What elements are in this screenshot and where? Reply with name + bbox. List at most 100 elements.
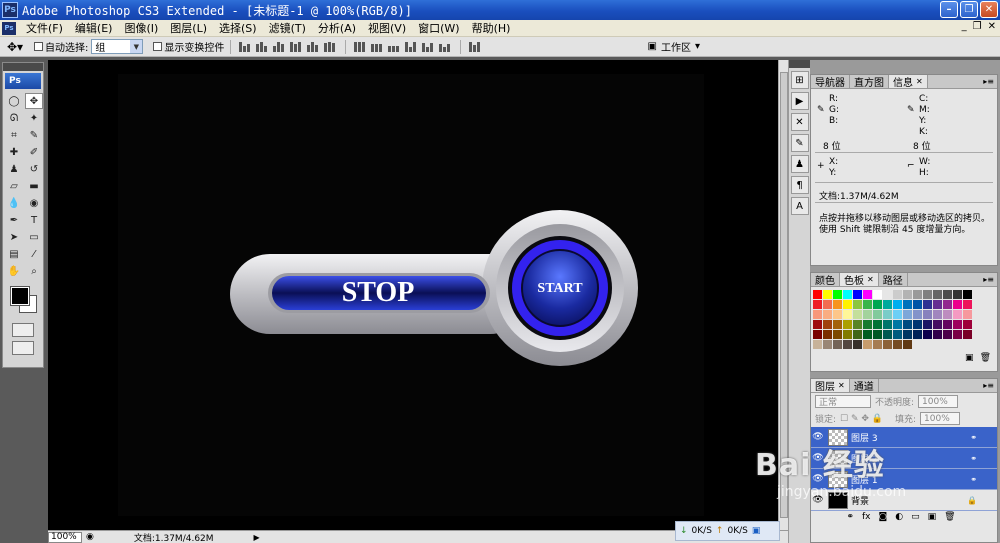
color-swatch[interactable] — [843, 330, 852, 339]
foreground-color-swatch[interactable] — [10, 286, 30, 306]
color-swatch[interactable] — [853, 340, 862, 349]
color-swatch[interactable] — [873, 340, 882, 349]
eye-icon[interactable]: 👁 — [811, 453, 825, 463]
color-swatch[interactable] — [843, 340, 852, 349]
auto-align-icon[interactable] — [469, 41, 482, 52]
menu-window[interactable]: 窗口(W) — [412, 20, 465, 36]
dodge-tool-icon[interactable]: ◉ — [25, 195, 43, 211]
minimize-button[interactable]: – — [940, 1, 958, 18]
distribute-top-icon[interactable] — [354, 41, 367, 52]
doc-minimize-icon[interactable]: _ — [962, 21, 967, 32]
eye-icon[interactable]: 👁 — [811, 432, 825, 442]
tab-swatches[interactable]: 色板 ✕ — [840, 273, 879, 287]
tab-color[interactable]: 颜色 — [811, 273, 840, 287]
color-swatch[interactable] — [823, 300, 832, 309]
color-swatch[interactable] — [903, 310, 912, 319]
status-info-icon[interactable]: ◉ — [86, 532, 94, 542]
eye-icon[interactable]: 👁 — [811, 474, 825, 484]
color-swatch[interactable] — [933, 330, 942, 339]
color-swatch[interactable] — [963, 300, 972, 309]
color-swatch[interactable] — [893, 310, 902, 319]
menu-image[interactable]: 图像(I) — [118, 20, 164, 36]
color-swatch[interactable] — [953, 300, 962, 309]
distribute-bottom-icon[interactable] — [388, 41, 401, 52]
panel-menu-icon[interactable]: ▸≡ — [983, 273, 997, 286]
delete-layer-icon[interactable]: 🗑 — [944, 512, 955, 522]
adjustment-layer-icon[interactable]: ◐ — [895, 512, 903, 522]
color-swatch[interactable] — [943, 330, 952, 339]
color-swatch[interactable] — [863, 310, 872, 319]
color-swatch[interactable] — [953, 290, 962, 299]
move-tool-preset-icon[interactable]: ✥▾ — [0, 38, 30, 56]
menu-filter[interactable]: 滤镜(T) — [263, 20, 312, 36]
align-right-icon[interactable] — [324, 41, 337, 52]
delete-swatch-icon[interactable]: 🗑 — [980, 353, 991, 363]
color-swatch[interactable] — [893, 290, 902, 299]
eraser-tool-icon[interactable]: ▱ — [5, 178, 23, 194]
history-brush-tool-icon[interactable]: ↺ — [25, 161, 43, 177]
blur-tool-icon[interactable]: 💧 — [5, 195, 23, 211]
status-menu-arrow-icon[interactable]: ▶ — [254, 533, 260, 542]
color-swatch[interactable] — [913, 320, 922, 329]
color-swatch[interactable] — [903, 320, 912, 329]
color-swatch[interactable] — [963, 310, 972, 319]
marquee-tool-icon[interactable]: ◯ — [5, 93, 23, 109]
quick-mask-button[interactable] — [12, 323, 34, 337]
color-swatch[interactable] — [813, 320, 822, 329]
color-swatch[interactable] — [883, 320, 892, 329]
tab-info[interactable]: 信息 ✕ — [889, 75, 928, 89]
color-swatch[interactable] — [863, 290, 872, 299]
color-swatch[interactable] — [873, 320, 882, 329]
color-swatch[interactable] — [873, 300, 882, 309]
color-swatch[interactable] — [843, 310, 852, 319]
distribute-hcenter-icon[interactable] — [422, 41, 435, 52]
color-swatch[interactable] — [853, 310, 862, 319]
zoom-tool-icon[interactable]: ⌕ — [25, 263, 43, 279]
clone-stamp-tool-icon[interactable]: ♟ — [5, 161, 23, 177]
layer-row[interactable]: 👁 图层 1 ⚭ — [811, 469, 997, 490]
lock-icons[interactable]: ☐ ✎ ✥ 🔒 — [840, 414, 883, 424]
tab-navigator[interactable]: 导航器 — [811, 75, 850, 89]
color-swatch[interactable] — [823, 290, 832, 299]
color-swatch[interactable] — [833, 290, 842, 299]
document-canvas-area[interactable]: STOP START — [48, 60, 778, 530]
color-swatch[interactable] — [923, 320, 932, 329]
menu-analysis[interactable]: 分析(A) — [312, 20, 362, 36]
color-swatch[interactable] — [913, 300, 922, 309]
color-swatch[interactable] — [823, 320, 832, 329]
vertical-scrollbar[interactable] — [778, 60, 788, 530]
color-swatch[interactable] — [843, 290, 852, 299]
distribute-right-icon[interactable] — [439, 41, 452, 52]
color-swatch[interactable] — [953, 330, 962, 339]
close-icon[interactable]: ✕ — [916, 77, 923, 86]
color-swatch[interactable] — [833, 300, 842, 309]
align-bottom-icon[interactable] — [273, 41, 286, 52]
close-icon[interactable]: ✕ — [838, 381, 845, 390]
color-swatch[interactable] — [883, 310, 892, 319]
layer-row[interactable]: 👁 背景 🔒 — [811, 490, 997, 511]
color-swatch[interactable] — [843, 320, 852, 329]
actions-panel-icon[interactable]: ▶ — [790, 92, 809, 110]
toolbox-grip[interactable] — [3, 63, 43, 71]
color-swatch[interactable] — [933, 320, 942, 329]
color-swatch[interactable] — [833, 340, 842, 349]
color-swatch[interactable] — [923, 300, 932, 309]
color-swatch[interactable] — [913, 290, 922, 299]
doc-restore-icon[interactable]: ❐ — [973, 21, 982, 32]
restore-button[interactable]: ❐ — [960, 1, 978, 18]
color-swatch[interactable] — [873, 290, 882, 299]
close-button[interactable]: ✕ — [980, 1, 998, 18]
color-swatch[interactable] — [963, 320, 972, 329]
align-top-icon[interactable] — [239, 41, 252, 52]
menu-view[interactable]: 视图(V) — [362, 20, 412, 36]
color-swatch[interactable] — [903, 340, 912, 349]
photoshop-menu-icon[interactable]: Ps — [2, 21, 16, 35]
panel-menu-icon[interactable]: ▸≡ — [983, 379, 997, 392]
healing-brush-tool-icon[interactable]: ✚ — [5, 144, 23, 160]
color-swatch[interactable] — [923, 330, 932, 339]
show-transform-checkbox[interactable] — [153, 42, 163, 51]
color-swatch[interactable] — [963, 290, 972, 299]
layer-row[interactable]: 👁 图层 2 ⚭ — [811, 448, 997, 469]
paragraph-panel-icon[interactable]: ¶ — [790, 176, 809, 194]
color-swatch[interactable] — [933, 310, 942, 319]
